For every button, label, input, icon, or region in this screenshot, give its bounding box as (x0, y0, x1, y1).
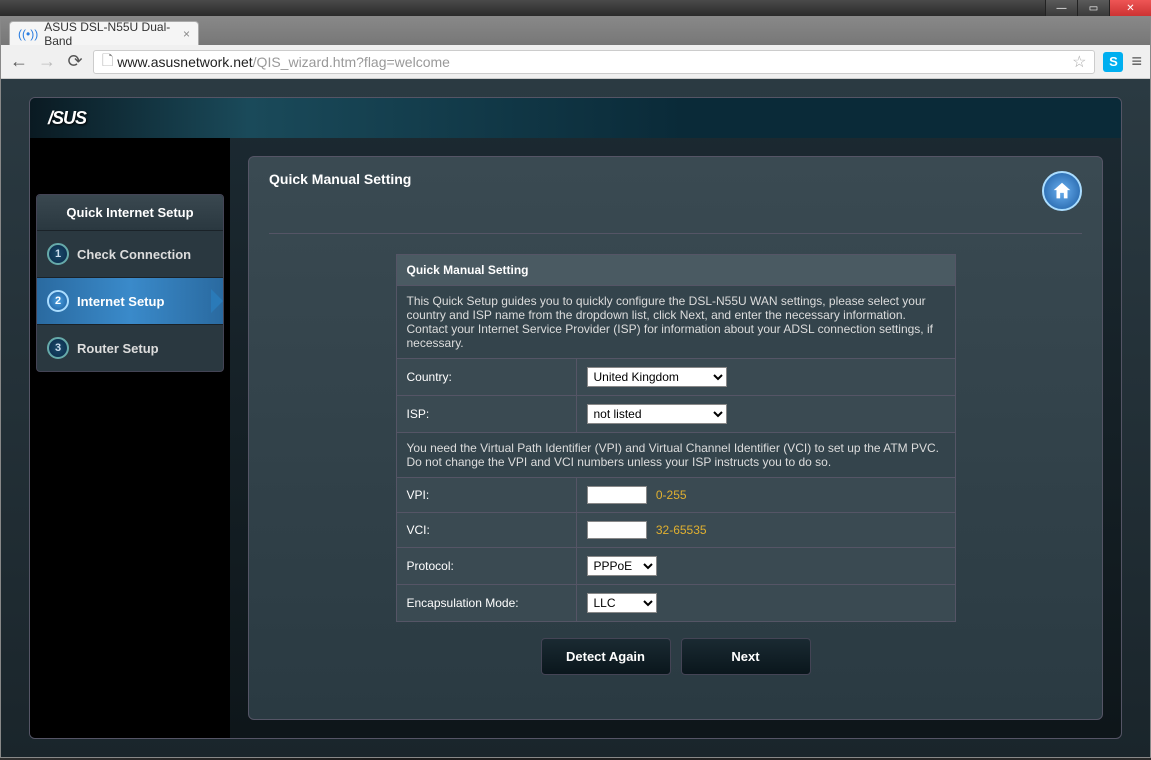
country-label: Country: (396, 359, 576, 396)
sidebar-title: Quick Internet Setup (37, 195, 223, 230)
step-internet-setup[interactable]: 2 Internet Setup (37, 277, 223, 324)
protocol-label: Protocol: (396, 548, 576, 585)
step-number: 3 (47, 337, 69, 359)
router-body: Quick Internet Setup 1 Check Connection … (30, 138, 1121, 738)
url-path: /QIS_wizard.htm?flag=welcome (253, 54, 450, 70)
tab-title: ASUS DSL-N55U Dual-Band (44, 20, 177, 48)
main-area: Quick Manual Setting Quick Manual Settin… (230, 138, 1121, 738)
country-select[interactable]: United Kingdom (587, 367, 727, 387)
vci-cell: 32-65535 (576, 513, 955, 548)
vpi-label: VPI: (396, 478, 576, 513)
isp-cell: not listed (576, 396, 955, 433)
asus-logo: /SUS (48, 108, 86, 129)
globe-icon: 🗋 (102, 50, 113, 74)
step-label: Router Setup (77, 341, 159, 356)
browser-window: ((•)) ASUS DSL-N55U Dual-Band × ← → ⟳ 🗋 … (0, 16, 1151, 758)
protocol-select[interactable]: PPPoE (587, 556, 657, 576)
protocol-cell: PPPoE (576, 548, 955, 585)
vpi-cell: 0-255 (576, 478, 955, 513)
tab-strip: ((•)) ASUS DSL-N55U Dual-Band × (1, 17, 1150, 45)
vpi-hint: 0-255 (656, 488, 687, 502)
os-minimize-button[interactable]: — (1045, 0, 1077, 16)
address-bar[interactable]: 🗋 www.asusnetwork.net /QIS_wizard.htm?fl… (93, 50, 1095, 74)
encapsulation-cell: LLC (576, 585, 955, 622)
vci-hint: 32-65535 (656, 523, 707, 537)
browser-tab[interactable]: ((•)) ASUS DSL-N55U Dual-Band × (9, 21, 199, 45)
sidebar: Quick Internet Setup 1 Check Connection … (30, 138, 230, 738)
router-viewport: /SUS Quick Internet Setup 1 Check Connec… (1, 79, 1150, 757)
vpi-input[interactable] (587, 486, 647, 504)
router-frame: /SUS Quick Internet Setup 1 Check Connec… (29, 97, 1122, 739)
vci-input[interactable] (587, 521, 647, 539)
intro-text: This Quick Setup guides you to quickly c… (396, 286, 955, 359)
settings-table: Quick Manual Setting This Quick Setup gu… (396, 254, 956, 622)
os-close-button[interactable]: ✕ (1109, 0, 1151, 16)
vci-label: VCI: (396, 513, 576, 548)
os-titlebar: — ▭ ✕ (0, 0, 1151, 16)
forward-button[interactable]: → (37, 51, 57, 72)
skype-extension-icon[interactable]: S (1103, 52, 1123, 72)
bookmark-star-icon[interactable]: ☆ (1072, 52, 1086, 72)
step-router-setup[interactable]: 3 Router Setup (37, 324, 223, 371)
next-button[interactable]: Next (681, 638, 811, 675)
wifi-icon: ((•)) (18, 27, 38, 41)
isp-select[interactable]: not listed (587, 404, 727, 424)
sidebar-box: Quick Internet Setup 1 Check Connection … (36, 194, 224, 372)
step-check-connection[interactable]: 1 Check Connection (37, 230, 223, 277)
house-icon (1051, 180, 1073, 202)
vpi-vci-note: You need the Virtual Path Identifier (VP… (396, 433, 955, 478)
table-header: Quick Manual Setting (396, 255, 955, 286)
divider (269, 233, 1082, 234)
home-icon[interactable] (1042, 171, 1082, 211)
button-row: Detect Again Next (269, 638, 1082, 675)
encapsulation-select[interactable]: LLC (587, 593, 657, 613)
url-domain: www.asusnetwork.net (117, 54, 252, 70)
country-cell: United Kingdom (576, 359, 955, 396)
detect-again-button[interactable]: Detect Again (541, 638, 671, 675)
reload-button[interactable]: ⟳ (65, 51, 85, 72)
step-label: Check Connection (77, 247, 191, 262)
isp-label: ISP: (396, 396, 576, 433)
os-maximize-button[interactable]: ▭ (1077, 0, 1109, 16)
router-header: /SUS (30, 98, 1121, 138)
panel-title: Quick Manual Setting (269, 171, 1082, 187)
chrome-menu-icon[interactable]: ≡ (1131, 51, 1142, 72)
close-tab-icon[interactable]: × (183, 27, 190, 41)
settings-panel: Quick Manual Setting Quick Manual Settin… (248, 156, 1103, 720)
back-button[interactable]: ← (9, 51, 29, 72)
encapsulation-label: Encapsulation Mode: (396, 585, 576, 622)
step-number: 1 (47, 243, 69, 265)
step-label: Internet Setup (77, 294, 164, 309)
step-number: 2 (47, 290, 69, 312)
url-bar: ← → ⟳ 🗋 www.asusnetwork.net /QIS_wizard.… (1, 45, 1150, 79)
